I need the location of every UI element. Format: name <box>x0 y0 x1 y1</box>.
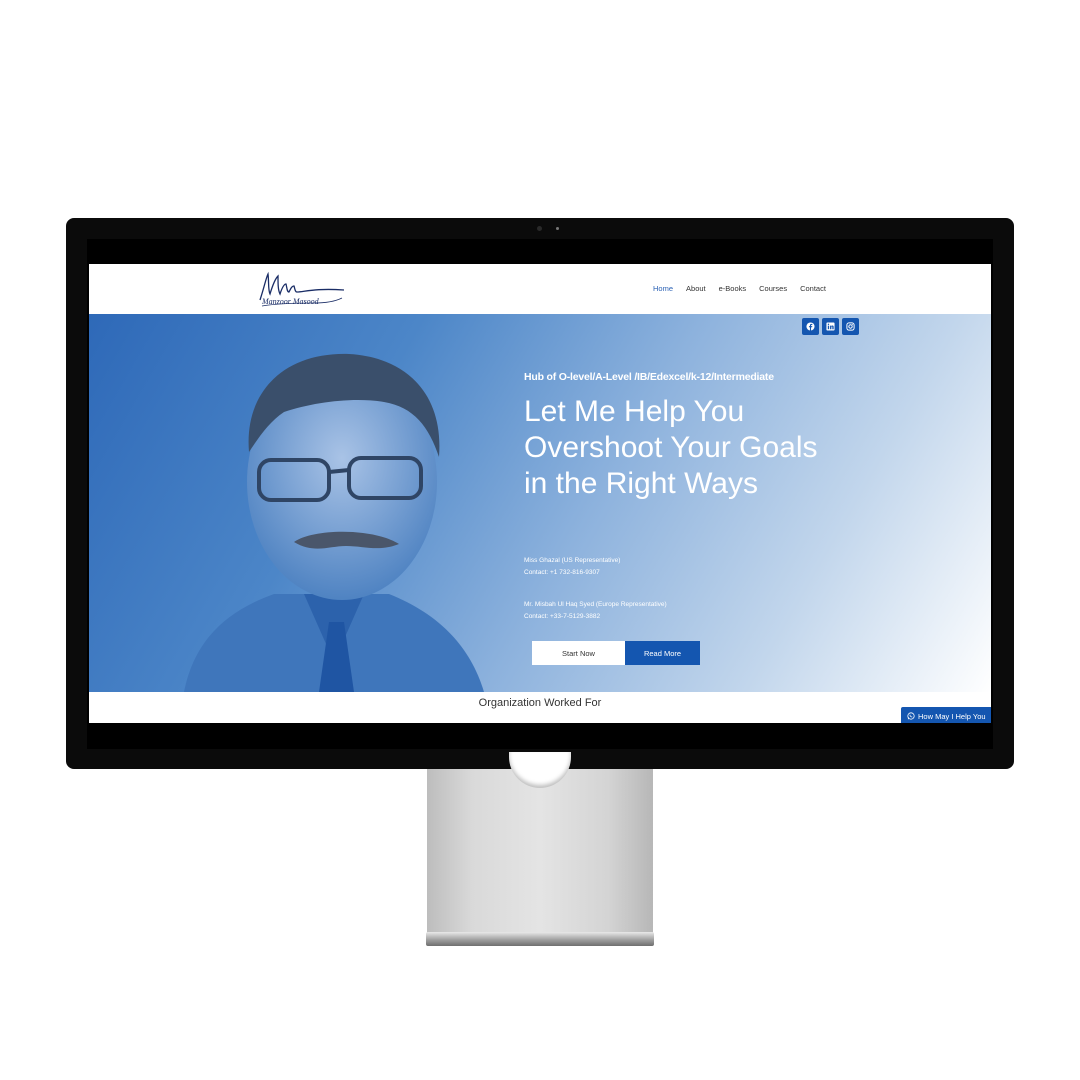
website-screen: Manzoor Masood Home About e-Books Course… <box>89 264 991 723</box>
organization-heading: Organization Worked For <box>478 697 602 709</box>
nav-courses[interactable]: Courses <box>759 284 787 293</box>
rep-europe: Mr. Misbah Ul Haq Syed (Europe Represent… <box>524 599 667 622</box>
nav-contact[interactable]: Contact <box>800 284 826 293</box>
navbar: Manzoor Masood Home About e-Books Course… <box>89 264 991 314</box>
monitor-base <box>426 932 654 946</box>
rep-us: Miss Ghazal (US Representative) Contact:… <box>524 555 620 578</box>
rep-europe-contact: Contact: +33-7-5129-3882 <box>524 612 601 620</box>
signature-logo[interactable]: Manzoor Masood <box>254 268 349 310</box>
help-label: How May I Help You <box>918 711 986 721</box>
hero-headline: Let Me Help You Overshoot Your Goals in … <box>524 395 818 500</box>
rep-europe-name: Mr. Misbah Ul Haq Syed (Europe Represent… <box>524 601 667 608</box>
social-links <box>802 318 859 335</box>
hero-tagline: Hub of O-level/A-Level /IB/Edexcel/k-12/… <box>524 371 774 383</box>
start-now-button[interactable]: Start Now <box>532 641 625 665</box>
main-nav: Home About e-Books Courses Contact <box>653 284 839 293</box>
hero-section: Hub of O-level/A-Level /IB/Edexcel/k-12/… <box>89 314 991 692</box>
camera-icon <box>537 226 542 231</box>
nav-home[interactable]: Home <box>653 284 673 293</box>
rep-us-contact: Contact: +1 732-816-9307 <box>524 568 600 576</box>
portrait-image <box>184 353 484 692</box>
facebook-icon[interactable] <box>802 318 819 335</box>
whatsapp-icon <box>907 712 915 720</box>
camera-sensor <box>556 227 559 230</box>
read-more-button[interactable]: Read More <box>625 641 700 665</box>
rep-us-name: Miss Ghazal (US Representative) <box>524 557 621 564</box>
whatsapp-help-button[interactable]: How May I Help You <box>901 707 991 723</box>
svg-text:Manzoor Masood: Manzoor Masood <box>261 297 320 306</box>
monitor-stand <box>427 769 653 935</box>
nav-ebooks[interactable]: e-Books <box>719 284 747 293</box>
linkedin-icon[interactable] <box>822 318 839 335</box>
instagram-icon[interactable] <box>842 318 859 335</box>
nav-about[interactable]: About <box>686 284 706 293</box>
